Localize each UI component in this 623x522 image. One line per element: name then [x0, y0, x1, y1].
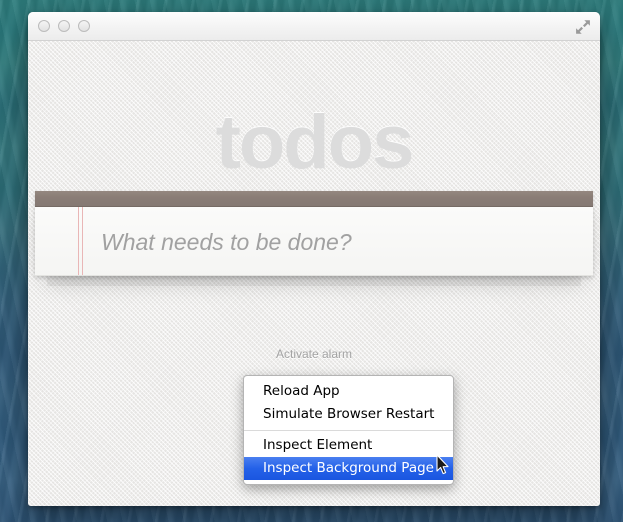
fullscreen-expand-icon[interactable]: [574, 18, 592, 36]
new-todo-input[interactable]: [99, 207, 583, 277]
context-menu-item-simulate-browser-restart[interactable]: Simulate Browser Restart: [244, 403, 453, 426]
context-menu-item-inspect-background-page[interactable]: Inspect Background Page: [244, 457, 453, 480]
zoom-button[interactable]: [78, 20, 90, 32]
desktop-wallpaper: todos Activate alarm Reload App Simulate…: [0, 0, 623, 522]
context-menu-item-reload-app[interactable]: Reload App: [244, 380, 453, 403]
app-page-body: todos Activate alarm Reload App Simulate…: [28, 41, 600, 506]
context-menu-separator: [244, 430, 453, 431]
new-todo-row: [35, 207, 593, 276]
paper-margin-rule-right: [82, 207, 83, 275]
window-traffic-lights: [38, 20, 90, 32]
app-window: todos Activate alarm Reload App Simulate…: [28, 12, 600, 506]
new-todo-topbar: [35, 191, 593, 207]
close-button[interactable]: [38, 20, 50, 32]
context-menu-item-inspect-element[interactable]: Inspect Element: [244, 434, 453, 457]
window-titlebar: [28, 12, 600, 41]
minimize-button[interactable]: [58, 20, 70, 32]
page-title: todos: [28, 105, 600, 181]
activate-alarm-link[interactable]: Activate alarm: [28, 347, 600, 361]
context-menu: Reload App Simulate Browser Restart Insp…: [243, 375, 454, 485]
paper-margin-rule-left: [78, 207, 79, 275]
new-todo-panel: [35, 191, 593, 276]
